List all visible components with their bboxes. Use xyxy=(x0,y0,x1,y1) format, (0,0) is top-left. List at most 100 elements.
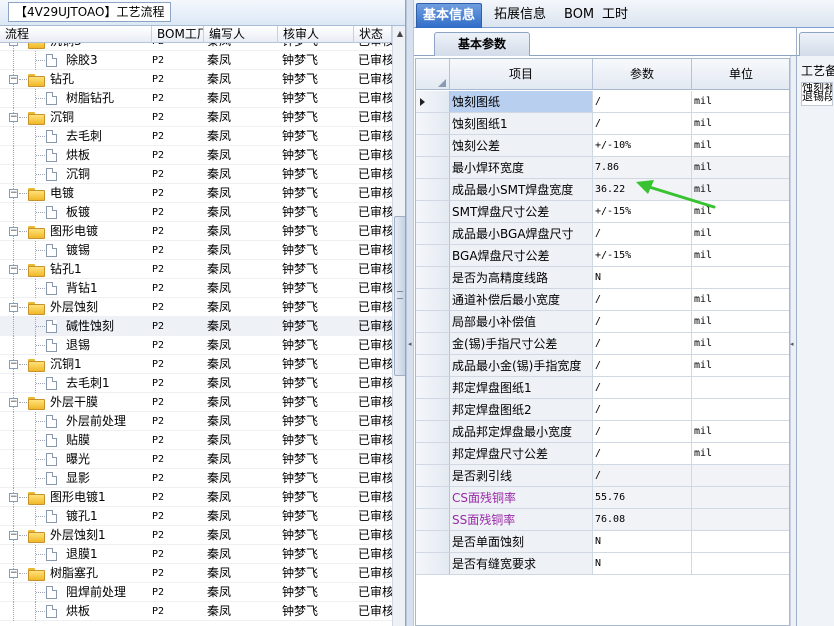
notes-textarea[interactable]: 蚀刻补 退锡段 xyxy=(801,82,833,106)
tree-row[interactable]: 背钻1 P2 秦凤 钟梦飞 已审核 xyxy=(0,279,392,298)
collapse-icon[interactable]: − xyxy=(9,531,18,540)
tree-row[interactable]: 贴膜 P2 秦凤 钟梦飞 已审核 xyxy=(0,431,392,450)
grid-cell-unit[interactable] xyxy=(692,531,789,553)
column-header-unit[interactable]: 单位 xyxy=(692,59,789,90)
grid-cell-unit[interactable]: mil xyxy=(692,421,789,443)
row-indicator[interactable] xyxy=(416,289,450,311)
grid-cell-unit[interactable] xyxy=(692,509,789,531)
tree-row[interactable]: − 外层蚀刻1 P2 秦凤 钟梦飞 已审核 xyxy=(0,526,392,545)
tree-row[interactable]: 外层前处理 P2 秦凤 钟梦飞 已审核 xyxy=(0,412,392,431)
grid-cell-unit[interactable] xyxy=(692,267,789,289)
column-header-item[interactable]: 项目 xyxy=(450,59,593,90)
grid-row[interactable]: CS面残铜率 55.76 xyxy=(416,487,789,509)
row-indicator[interactable] xyxy=(416,487,450,509)
tree-row[interactable]: 阻焊前处理 P2 秦凤 钟梦飞 已审核 xyxy=(0,583,392,602)
grid-cell-unit[interactable] xyxy=(692,553,789,575)
grid-cell-param[interactable]: N xyxy=(593,531,692,553)
grid-cell-param[interactable]: / xyxy=(593,333,692,355)
collapse-icon[interactable]: − xyxy=(9,398,18,407)
collapse-icon[interactable]: − xyxy=(9,265,18,274)
grid-cell-unit[interactable] xyxy=(692,465,789,487)
grid-row[interactable]: SMT焊盘尺寸公差 +/-15% mil xyxy=(416,201,789,223)
column-header-status[interactable]: 状态 xyxy=(354,26,392,43)
row-indicator[interactable] xyxy=(416,135,450,157)
row-indicator[interactable] xyxy=(416,311,450,333)
grid-cell-unit[interactable]: mil xyxy=(692,443,789,465)
tab-basic-info[interactable]: 基本信息 xyxy=(416,3,483,28)
row-indicator[interactable] xyxy=(416,223,450,245)
tree-row[interactable]: − 沉铜 P2 秦凤 钟梦飞 已审核 xyxy=(0,108,392,127)
grid-row[interactable]: 金(锡)手指尺寸公差 / mil xyxy=(416,333,789,355)
row-indicator[interactable] xyxy=(416,333,450,355)
collapse-icon[interactable]: − xyxy=(9,113,18,122)
collapse-icon[interactable]: − xyxy=(9,227,18,236)
tree-row[interactable]: 烘板 P2 秦凤 钟梦飞 已审核 xyxy=(0,146,392,165)
row-indicator[interactable] xyxy=(416,245,450,267)
tree-row[interactable]: − 钻孔1 P2 秦凤 钟梦飞 已审核 xyxy=(0,260,392,279)
grid-cell-param[interactable]: N xyxy=(593,553,692,575)
tab-extended-info[interactable]: 拓展信息 xyxy=(488,3,552,28)
tree-row[interactable]: − 沉铜3 P2 秦凤钟梦飞已审核 xyxy=(0,43,392,51)
grid-corner-cell[interactable] xyxy=(416,59,450,90)
row-indicator[interactable] xyxy=(416,443,450,465)
tree-row[interactable]: 除胶3 P2 秦凤 钟梦飞 已审核 xyxy=(0,51,392,70)
row-indicator[interactable] xyxy=(416,201,450,223)
row-indicator[interactable] xyxy=(416,355,450,377)
row-indicator[interactable] xyxy=(416,421,450,443)
grid-row[interactable]: 邦定焊盘图纸2/ xyxy=(416,399,789,421)
column-header-param[interactable]: 参数 xyxy=(593,59,692,90)
grid-row[interactable]: 蚀刻图纸 / mil xyxy=(416,91,789,113)
grid-cell-unit[interactable]: mil xyxy=(692,91,789,113)
process-tree-scrollbar[interactable]: ▲ xyxy=(392,26,405,626)
tree-row[interactable]: 退膜1 P2 秦凤 钟梦飞 已审核 xyxy=(0,545,392,564)
grid-row[interactable]: 是否剥引线 / xyxy=(416,465,789,487)
grid-cell-unit[interactable] xyxy=(692,399,789,421)
tree-row[interactable]: 碱性蚀刻 P2 秦凤 钟梦飞 已审核 xyxy=(0,317,392,336)
column-header-auditor[interactable]: 核审人 xyxy=(278,26,354,43)
grid-row[interactable]: 邦定焊盘尺寸公差 / mil xyxy=(416,443,789,465)
grid-cell-param[interactable]: / xyxy=(593,377,692,399)
tab-basic-params[interactable]: 基本参数 xyxy=(434,32,530,56)
collapse-icon[interactable]: − xyxy=(9,493,18,502)
row-indicator[interactable] xyxy=(416,113,450,135)
grid-cell-unit[interactable]: mil xyxy=(692,289,789,311)
grid-cell-param[interactable]: N xyxy=(593,267,692,289)
grid-cell-param[interactable]: / xyxy=(593,355,692,377)
grid-cell-unit[interactable]: mil xyxy=(692,333,789,355)
grid-cell-unit[interactable] xyxy=(692,487,789,509)
tree-row[interactable]: − 外层蚀刻 P2 秦凤 钟梦飞 已审核 xyxy=(0,298,392,317)
collapse-icon[interactable]: − xyxy=(9,303,18,312)
grid-cell-param[interactable]: / xyxy=(593,113,692,135)
grid-cell-param[interactable]: +/-10% xyxy=(593,135,692,157)
grid-row[interactable]: 蚀刻图纸1/mil xyxy=(416,113,789,135)
row-indicator[interactable] xyxy=(416,267,450,289)
row-indicator[interactable] xyxy=(416,399,450,421)
grid-cell-param[interactable]: / xyxy=(593,399,692,421)
grid-cell-unit[interactable]: mil xyxy=(692,311,789,333)
grid-row[interactable]: 成品最小BGA焊盘尺寸 / mil xyxy=(416,223,789,245)
tree-row[interactable]: 树脂钻孔 P2 秦凤 钟梦飞 已审核 xyxy=(0,89,392,108)
tree-row[interactable]: − 树脂塞孔 P2 秦凤 钟梦飞 已审核 xyxy=(0,564,392,583)
grid-row[interactable]: 是否单面蚀刻 N xyxy=(416,531,789,553)
collapse-icon[interactable]: − xyxy=(9,75,18,84)
grid-cell-unit[interactable]: mil xyxy=(692,245,789,267)
grid-cell-param[interactable]: +/-15% xyxy=(593,245,692,267)
grid-row[interactable]: 最小焊环宽度 7.86 mil xyxy=(416,157,789,179)
grid-row[interactable]: 局部最小补偿值 / mil xyxy=(416,311,789,333)
grid-cell-unit[interactable]: mil xyxy=(692,223,789,245)
tab-work-hours[interactable]: 工时 xyxy=(596,3,634,28)
tree-row[interactable]: 板镀 P2 秦凤 钟梦飞 已审核 xyxy=(0,203,392,222)
collapse-icon[interactable]: − xyxy=(9,569,18,578)
tree-row[interactable]: 镀孔1 P2 秦凤 钟梦飞 已审核 xyxy=(0,507,392,526)
grid-cell-unit[interactable]: mil xyxy=(692,113,789,135)
row-indicator[interactable] xyxy=(416,377,450,399)
grid-cell-param[interactable]: / xyxy=(593,421,692,443)
column-header-writer[interactable]: 编写人 xyxy=(204,26,278,43)
grid-cell-unit[interactable] xyxy=(692,377,789,399)
grid-cell-param[interactable]: / xyxy=(593,91,692,113)
grid-row[interactable]: 通道补偿后最小宽度 / mil xyxy=(416,289,789,311)
notes-tab[interactable] xyxy=(799,32,834,56)
tree-row[interactable]: − 沉铜1 P2 秦凤 钟梦飞 已审核 xyxy=(0,355,392,374)
tree-row[interactable]: 去毛刺1 P2 秦凤 钟梦飞 已审核 xyxy=(0,374,392,393)
grid-cell-param[interactable]: / xyxy=(593,311,692,333)
